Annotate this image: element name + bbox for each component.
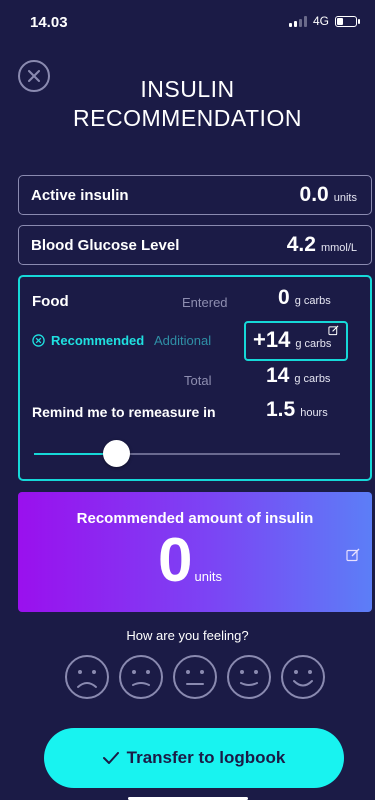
total-label: Total — [184, 373, 212, 388]
recommendation-title: Recommended amount of insulin — [76, 510, 314, 527]
active-insulin-label: Active insulin — [31, 186, 129, 204]
feeling-selector — [64, 654, 326, 700]
blood-glucose-unit: mmol/L — [320, 242, 357, 254]
blood-glucose-value: 4.2 — [286, 233, 316, 256]
signal-icon — [288, 15, 307, 27]
insulin-recommendation-card: Recommended amount of insulin 0 units — [18, 492, 372, 612]
checkmark-icon — [102, 752, 119, 764]
network-type: 4G — [312, 14, 329, 28]
blood-glucose-row: Blood Glucose Level 4.2 mmol/L — [18, 225, 372, 265]
food-label: Food — [32, 293, 69, 310]
active-insulin-row: Active insulin 0.0 units — [18, 175, 372, 215]
slider-thumb[interactable] — [103, 440, 131, 467]
page-title: INSULIN RECOMMENDATION — [73, 76, 302, 131]
active-insulin-unit: units — [333, 192, 357, 204]
additional-label: Additional — [154, 333, 212, 348]
very-sad-face-icon[interactable] — [64, 654, 110, 700]
remind-unit: hours — [300, 407, 328, 419]
sad-face-icon[interactable] — [118, 654, 164, 700]
status-bar: 14.03 4G — [0, 0, 375, 40]
remove-circle-icon — [32, 334, 45, 347]
edit-icon — [328, 325, 339, 336]
battery-icon — [335, 15, 360, 27]
entered-label: Entered — [182, 295, 228, 310]
feeling-question: How are you feeling? — [126, 628, 249, 643]
total-value: 14 — [266, 364, 290, 387]
remeasure-slider[interactable] — [34, 440, 340, 467]
happy-face-icon[interactable] — [280, 654, 326, 700]
additional-carbs-field[interactable]: +14 g carbs — [244, 321, 348, 361]
recommended-label: Recommended — [51, 333, 145, 348]
neutral-face-icon[interactable] — [172, 654, 218, 700]
status-icons: 4G — [288, 14, 360, 28]
blood-glucose-label: Blood Glucose Level — [31, 236, 180, 254]
slight-smile-face-icon[interactable] — [226, 654, 272, 700]
entered-unit: g carbs — [294, 295, 331, 307]
active-insulin-value: 0.0 — [299, 183, 329, 206]
food-card: Food Entered 0 g carbs Recommended Addit… — [18, 275, 372, 481]
status-time: 14.03 — [30, 14, 68, 31]
additional-value: +14 — [253, 327, 291, 352]
transfer-to-logbook-button[interactable]: Transfer to logbook — [44, 728, 344, 788]
additional-unit: g carbs — [295, 338, 332, 350]
edit-icon[interactable] — [346, 548, 360, 562]
recommendation-value: 0 — [158, 526, 193, 595]
recommended-toggle[interactable]: Recommended — [32, 333, 144, 348]
remind-value: 1.5 — [266, 398, 296, 421]
remind-label: Remind me to remeasure in — [32, 404, 216, 420]
total-unit: g carbs — [294, 373, 331, 385]
recommendation-unit: units — [194, 569, 222, 584]
transfer-label: Transfer to logbook — [126, 748, 286, 767]
entered-value: 0 — [278, 286, 290, 309]
